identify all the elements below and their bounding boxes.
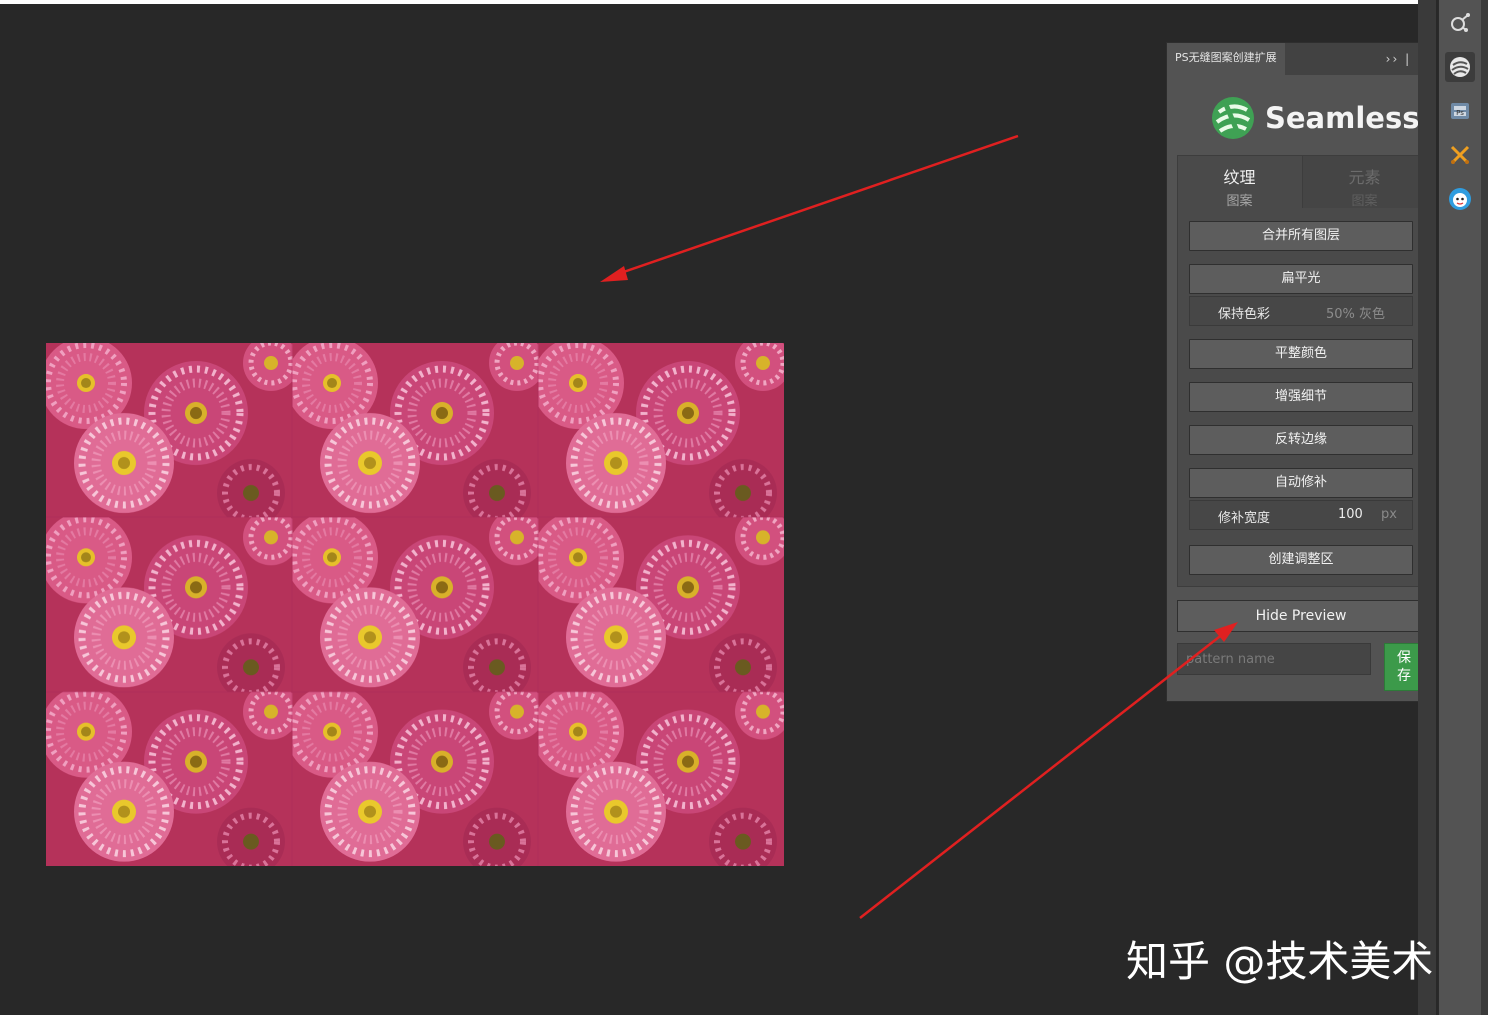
flat-light-button[interactable]: 扁平光 bbox=[1189, 264, 1413, 294]
bottom-strip bbox=[0, 1015, 1488, 1019]
right-edge-strip bbox=[1481, 0, 1488, 1019]
tab-texture-pattern[interactable]: 纹理 图案 bbox=[1178, 156, 1301, 209]
top-strip bbox=[0, 0, 1420, 4]
seamless-logo-icon bbox=[1212, 97, 1254, 139]
extension-toolbar: Ps bbox=[1438, 0, 1481, 1019]
panel-dock-strip bbox=[1418, 0, 1436, 1019]
gray-option[interactable]: 50% 灰色 bbox=[1326, 303, 1385, 322]
patch-width-row: 修补宽度 100 px bbox=[1189, 500, 1413, 530]
tab-sublabel: 图案 bbox=[1351, 194, 1378, 209]
flip-edges-button[interactable]: 反转边缘 bbox=[1189, 425, 1413, 455]
flatten-color-button[interactable]: 平整颜色 bbox=[1189, 339, 1413, 369]
seamless-logo-icon[interactable] bbox=[1445, 52, 1475, 82]
avatar-icon[interactable] bbox=[1445, 184, 1475, 214]
tab-label: 元素 bbox=[1348, 168, 1381, 187]
enhance-detail-button[interactable]: 增强细节 bbox=[1189, 382, 1413, 412]
svg-text:Ps: Ps bbox=[1456, 109, 1464, 117]
hide-preview-button[interactable]: Hide Preview bbox=[1177, 600, 1425, 632]
patch-width-unit: px bbox=[1381, 507, 1397, 522]
auto-patch-button[interactable]: 自动修补 bbox=[1189, 468, 1413, 498]
seamless-panel: PS无缝图案创建扩展 ›› | ≡ Seamless 纹理 图案 元素 图案 合… bbox=[1166, 42, 1436, 702]
merge-layers-button[interactable]: 合并所有图层 bbox=[1189, 221, 1413, 251]
save-label: 保存 bbox=[1397, 650, 1411, 684]
flat-light-options: 保持色彩 50% 灰色 bbox=[1189, 296, 1413, 326]
plugin-icon[interactable]: Ps bbox=[1445, 96, 1475, 126]
keep-color-option[interactable]: 保持色彩 bbox=[1218, 303, 1270, 322]
tab-sublabel: 图案 bbox=[1226, 194, 1253, 209]
tab-element-pattern[interactable]: 元素 图案 bbox=[1302, 156, 1426, 209]
swords-icon[interactable] bbox=[1445, 140, 1475, 170]
seamless-logo: Seamless bbox=[1211, 93, 1419, 143]
patch-width-label: 修补宽度 bbox=[1218, 511, 1271, 526]
watermark-text: 知乎 @技术美术 bbox=[1126, 937, 1434, 986]
panel-tab-title[interactable]: PS无缝图案创建扩展 bbox=[1167, 43, 1285, 75]
patch-width-value[interactable]: 100 bbox=[1338, 507, 1363, 522]
pattern-name-input[interactable] bbox=[1177, 643, 1371, 675]
panel-header: PS无缝图案创建扩展 ›› | ≡ bbox=[1167, 43, 1435, 75]
annotation-arrowhead-top bbox=[600, 266, 628, 282]
logo-text: Seamless bbox=[1265, 101, 1420, 135]
create-adjust-area-button[interactable]: 创建调整区 bbox=[1189, 545, 1413, 575]
tiled-pattern-preview bbox=[46, 343, 784, 866]
tab-label: 纹理 bbox=[1223, 168, 1256, 187]
connect-icon[interactable] bbox=[1445, 8, 1475, 38]
annotation-arrow-top bbox=[611, 134, 1019, 278]
